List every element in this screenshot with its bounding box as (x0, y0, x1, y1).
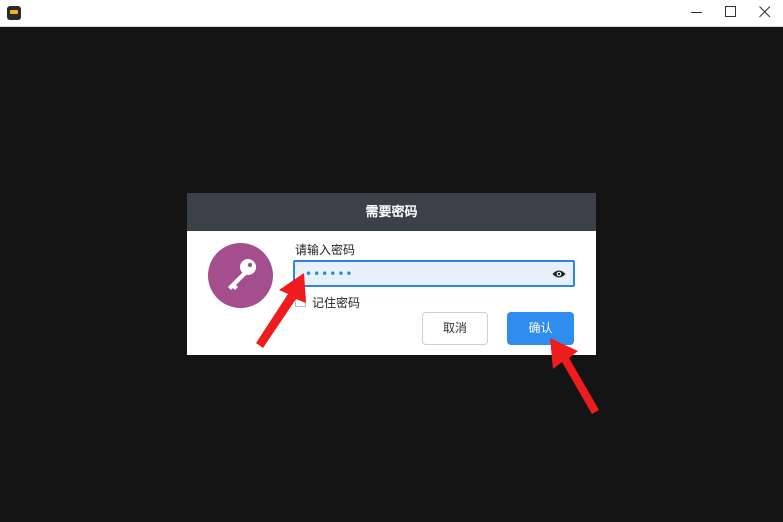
password-dialog: 需要密码 请输入密码 记住密码 取消 确认 (187, 193, 596, 355)
remember-password-checkbox[interactable] (295, 296, 306, 307)
window-titlebar (0, 0, 783, 27)
maximize-icon (725, 6, 736, 17)
eye-icon[interactable] (552, 269, 566, 279)
password-input[interactable] (293, 260, 575, 287)
close-icon (759, 6, 771, 18)
password-label: 请输入密码 (295, 243, 356, 257)
remember-password-label[interactable]: 记住密码 (312, 294, 360, 311)
close-button[interactable] (750, 0, 780, 26)
key-badge (208, 243, 273, 308)
cancel-button[interactable]: 取消 (422, 312, 488, 345)
minimize-button[interactable] (682, 0, 712, 26)
key-icon (228, 259, 256, 290)
confirm-button[interactable]: 确认 (507, 312, 574, 345)
minimize-icon (691, 12, 702, 13)
dialog-title: 需要密码 (187, 193, 596, 231)
maximize-button[interactable] (716, 0, 746, 26)
app-icon (7, 6, 21, 20)
